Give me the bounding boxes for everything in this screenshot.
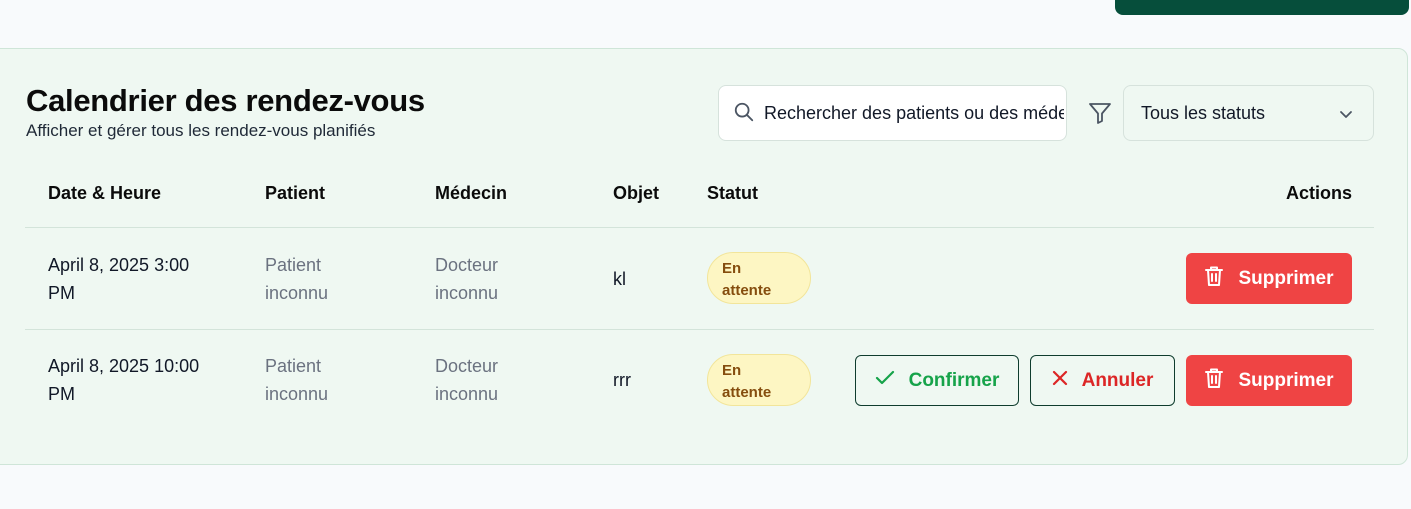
page-subtitle: Afficher et gérer tous les rendez-vous p…: [26, 121, 376, 140]
status-filter-select[interactable]: Tous les statuts: [1123, 85, 1374, 141]
top-action-button[interactable]: [1115, 0, 1409, 15]
column-header-patient: Patient: [265, 183, 326, 203]
trash-icon: [1204, 367, 1224, 395]
status-line: En: [722, 362, 742, 379]
patient-line: inconnu: [265, 384, 329, 404]
filter-icon: [1088, 102, 1112, 129]
doctor-name: Docteur inconnu: [435, 352, 498, 408]
cancel-button-label: Annuler: [1081, 369, 1154, 391]
search-box[interactable]: [718, 85, 1067, 141]
appointment-date: April 8, 2025 3:00 PM: [48, 251, 189, 307]
patient-name: Patient inconnu: [265, 352, 328, 408]
status-filter-value: Tous les statuts: [1141, 103, 1266, 123]
column-header-doctor: Médecin: [435, 183, 508, 203]
patient-line: Patient: [265, 255, 322, 275]
status-line: En: [722, 260, 742, 277]
search-input[interactable]: [764, 86, 1064, 140]
cancel-button[interactable]: Annuler: [1030, 355, 1175, 406]
delete-button[interactable]: Supprimer: [1186, 355, 1352, 406]
patient-name: Patient inconnu: [265, 251, 328, 307]
delete-button-label: Supprimer: [1238, 369, 1334, 391]
time-period: PM: [48, 283, 75, 303]
doctor-name: Docteur inconnu: [435, 251, 498, 307]
x-icon: [1052, 370, 1068, 392]
doctor-line: Docteur: [435, 356, 499, 376]
search-icon: [733, 101, 755, 128]
confirm-button-label: Confirmer: [908, 369, 1000, 391]
column-header-actions: Actions: [1286, 183, 1353, 203]
date-line: April 8, 2025 3:00: [48, 255, 190, 275]
status-line: attente: [722, 384, 772, 401]
row-divider: [25, 329, 1374, 330]
column-header-object: Objet: [613, 183, 660, 203]
check-icon: [875, 370, 895, 392]
appointment-object: rrr: [613, 370, 631, 390]
row-divider: [25, 227, 1374, 228]
doctor-line: inconnu: [435, 283, 499, 303]
time-period: PM: [48, 384, 75, 404]
appointment-date: April 8, 2025 10:00 PM: [48, 352, 199, 408]
status-line: attente: [722, 282, 772, 299]
chevron-down-icon: [1338, 106, 1354, 127]
date-line: April 8, 2025 10:00: [48, 356, 200, 376]
status-badge: En attente: [707, 354, 811, 406]
column-header-date: Date & Heure: [48, 183, 162, 203]
status-badge: En attente: [707, 252, 811, 304]
doctor-line: inconnu: [435, 384, 499, 404]
doctor-line: Docteur: [435, 255, 499, 275]
appointment-object: kl: [613, 269, 626, 289]
column-header-status: Statut: [707, 183, 758, 203]
delete-button-label: Supprimer: [1238, 267, 1334, 289]
page-title: Calendrier des rendez-vous: [26, 83, 425, 118]
patient-line: Patient: [265, 356, 322, 376]
trash-icon: [1204, 265, 1224, 293]
patient-line: inconnu: [265, 283, 329, 303]
delete-button[interactable]: Supprimer: [1186, 253, 1352, 304]
confirm-button[interactable]: Confirmer: [855, 355, 1019, 406]
